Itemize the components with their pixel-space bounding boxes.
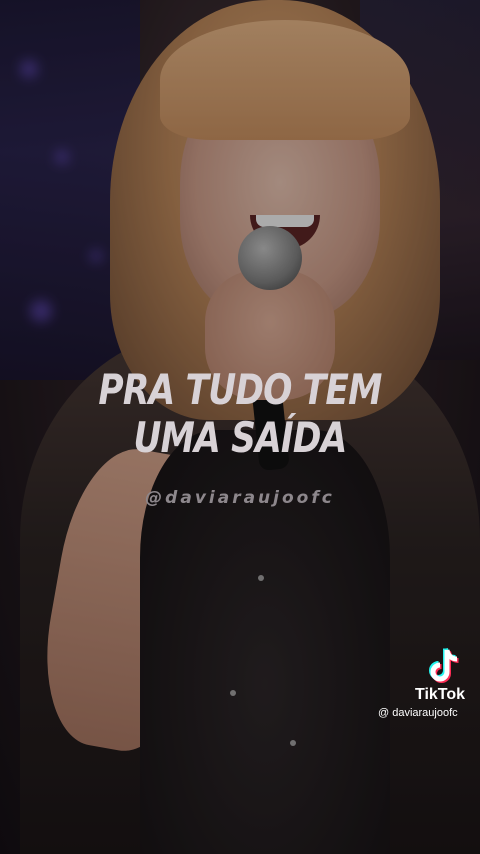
caption-line-1: PRA TUDO TEM xyxy=(98,365,382,414)
creator-handle: @daviaraujoofc xyxy=(145,488,335,508)
watermark-username: @ daviaraujoofc xyxy=(378,707,458,719)
tiktok-logo-icon xyxy=(429,648,459,683)
lyric-caption: PRA TUDO TEM UMA SAÍDA xyxy=(0,366,480,462)
tiktok-brand-label: TikTok xyxy=(414,686,466,703)
caption-line-2: UMA SAÍDA xyxy=(133,413,347,462)
video-frame[interactable]: PRA TUDO TEM UMA SAÍDA @daviaraujoofc Ti… xyxy=(0,0,480,854)
